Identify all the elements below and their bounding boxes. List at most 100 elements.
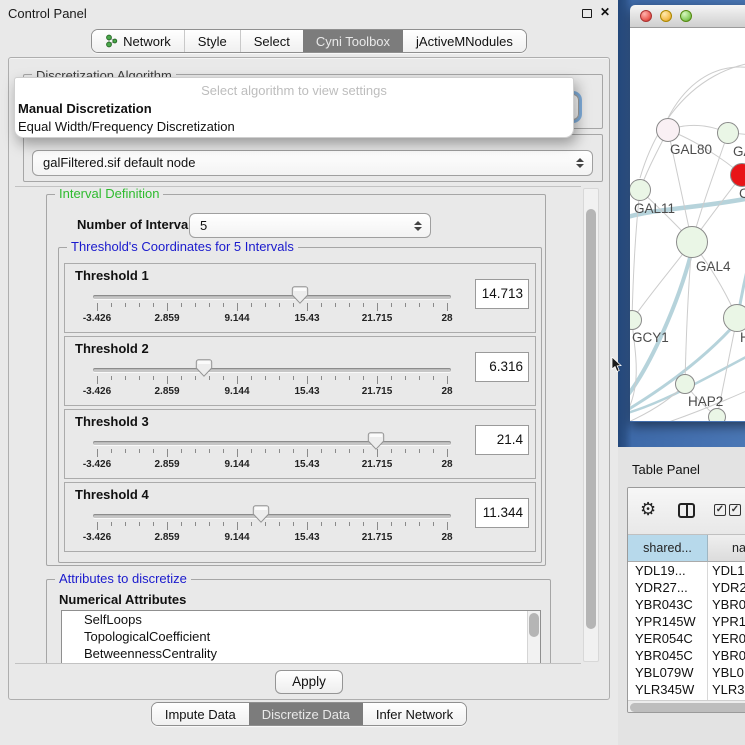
network-canvas[interactable]: GAL80GACGAL11GAL4GCY1HHAP2 <box>630 28 745 421</box>
threshold-value-field[interactable]: 14.713 <box>475 279 529 309</box>
network-node-gal80[interactable] <box>656 118 680 142</box>
tick-label: 21.715 <box>362 532 393 543</box>
tick-mark <box>335 376 336 380</box>
checkbox-icon[interactable]: ✓ <box>729 504 741 516</box>
tick-mark <box>167 303 168 311</box>
node-label: GA <box>733 144 745 159</box>
bottom-tab-infer-network[interactable]: Infer Network <box>363 703 466 725</box>
network-node-gal4[interactable] <box>676 226 708 258</box>
tick-mark <box>321 376 322 380</box>
slider-ticks <box>97 376 447 385</box>
row-cell: YDR2 <box>708 579 745 596</box>
tick-mark <box>419 449 420 453</box>
attribute-item-selfloops[interactable]: SelfLoops <box>62 611 540 628</box>
table-row[interactable]: YBR043CYBR0 <box>628 596 745 613</box>
column-header-shared[interactable]: shared... <box>628 535 708 562</box>
mouse-cursor <box>611 357 623 373</box>
tab-select[interactable]: Select <box>240 30 303 52</box>
tick-mark <box>405 522 406 526</box>
bottom-tab-discretize-data[interactable]: Discretize Data <box>249 703 363 725</box>
tick-label: -3.426 <box>83 313 111 324</box>
table-data-combo[interactable]: galFiltered.sif default node <box>32 150 593 176</box>
node-label: GAL80 <box>670 142 712 157</box>
tab-style[interactable]: Style <box>184 30 240 52</box>
minimize-window-icon[interactable] <box>660 10 672 22</box>
node-label: GCY1 <box>632 330 669 345</box>
network-node-h[interactable] <box>723 304 745 332</box>
tick-mark <box>167 449 168 457</box>
network-node-hap2[interactable] <box>675 374 695 394</box>
network-node[interactable] <box>708 408 726 421</box>
table-row[interactable]: YLR345WYLR3 <box>628 681 745 698</box>
tick-mark <box>111 376 112 380</box>
network-node-ga[interactable] <box>717 122 739 144</box>
threshold-slider[interactable]: -3.4262.8599.14415.4321.71528 <box>93 483 451 553</box>
tick-mark <box>209 303 210 307</box>
tick-mark <box>307 303 308 311</box>
table-row[interactable]: YDR27...YDR2 <box>628 579 745 596</box>
attribute-item-topologicalcoefficient[interactable]: TopologicalCoefficient <box>62 628 540 645</box>
table-row[interactable]: YDL19...YDL1 <box>628 562 745 579</box>
threshold-slider[interactable]: -3.4262.8599.14415.4321.71528 <box>93 264 451 334</box>
tick-mark <box>97 522 98 530</box>
threshold-value-field[interactable]: 6.316 <box>475 352 529 382</box>
table-body: YDL19...YDL1YDR27...YDR2YBR043CYBR0YPR14… <box>628 562 745 700</box>
tick-label: 15.43 <box>294 313 319 324</box>
zoom-window-icon[interactable] <box>680 10 692 22</box>
tab-network[interactable]: Network <box>92 30 184 52</box>
network-window-titlebar[interactable] <box>630 5 745 28</box>
table-row[interactable]: YBL079WYBL0 <box>628 664 745 681</box>
tab-group: NetworkStyleSelectCyni ToolboxjActiveMNo… <box>91 29 527 53</box>
threshold-slider[interactable]: -3.4262.8599.14415.4321.71528 <box>93 410 451 480</box>
tick-mark <box>97 376 98 384</box>
tick-mark <box>265 303 266 307</box>
row-cell: YBR0 <box>708 596 745 613</box>
algorithm-option-manual-discretization[interactable]: Manual Discretization <box>15 100 573 117</box>
node-label: GAL4 <box>696 259 731 274</box>
tick-mark <box>237 303 238 311</box>
row-cell: YER054C <box>628 630 708 647</box>
tick-mark <box>377 376 378 384</box>
bottom-tab-impute-data[interactable]: Impute Data <box>152 703 249 725</box>
threshold-slider[interactable]: -3.4262.8599.14415.4321.71528 <box>93 337 451 407</box>
threshold-value-field[interactable]: 11.344 <box>475 498 529 528</box>
algorithm-option-equal-width-frequency-discretization[interactable]: Equal Width/Frequency Discretization <box>15 118 573 135</box>
combo-arrows-icon <box>576 158 584 168</box>
close-window-icon[interactable] <box>640 10 652 22</box>
network-node-gal11[interactable] <box>630 179 651 201</box>
cyni-toolbox-panel: Discretization Algorithm Select algorith… <box>8 57 610 700</box>
tick-label: 28 <box>441 313 452 324</box>
slider-ticks <box>97 449 447 458</box>
row-cell: YBR045C <box>628 647 708 664</box>
tab-jactivemnodules[interactable]: jActiveMNodules <box>403 30 526 52</box>
table-row[interactable]: YPR145WYPR1 <box>628 613 745 630</box>
tab-cyni-toolbox[interactable]: Cyni Toolbox <box>303 30 403 52</box>
column-header-na[interactable]: na <box>708 535 745 562</box>
tick-label: 2.859 <box>154 313 179 324</box>
node-label: GAL11 <box>634 201 675 216</box>
checkbox-icon[interactable]: ✓ <box>714 504 726 516</box>
threshold-value-field[interactable]: 21.4 <box>475 425 529 455</box>
attribute-item-betweennesscentrality[interactable]: BetweennessCentrality <box>62 645 540 662</box>
tick-mark <box>447 522 448 530</box>
numerical-attributes-list[interactable]: SelfLoopsTopologicalCoefficientBetweenne… <box>61 610 541 664</box>
tick-mark <box>237 449 238 457</box>
gear-icon[interactable]: ⚙ <box>640 499 656 520</box>
row-cell: YDL1 <box>708 562 745 579</box>
tick-mark <box>125 522 126 526</box>
threshold-panel: Threshold 2-3.4262.8599.14415.4321.71528… <box>64 336 536 406</box>
apply-button[interactable]: Apply <box>275 670 343 694</box>
num-intervals-combo[interactable]: 5 <box>189 213 431 238</box>
list-scrollbar[interactable] <box>527 611 540 664</box>
table-row[interactable]: YER054CYER0 <box>628 630 745 647</box>
threshold-panel: Threshold 3-3.4262.8599.14415.4321.71528… <box>64 409 536 479</box>
table-hscrollbar[interactable] <box>628 700 745 713</box>
tick-mark <box>251 522 252 526</box>
tick-mark <box>181 303 182 307</box>
tick-label: 9.144 <box>224 313 249 324</box>
settings-scrollbar[interactable] <box>583 188 599 662</box>
float-panel-icon[interactable] <box>582 9 592 18</box>
columns-icon[interactable] <box>678 503 695 518</box>
close-panel-icon[interactable]: ✕ <box>600 5 610 19</box>
table-row[interactable]: YBR045CYBR0 <box>628 647 745 664</box>
